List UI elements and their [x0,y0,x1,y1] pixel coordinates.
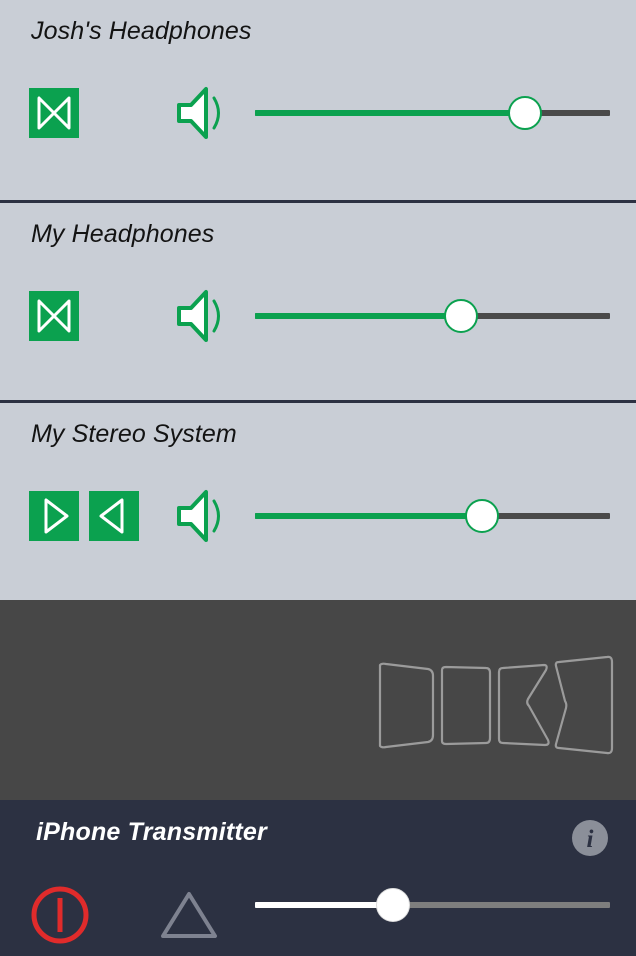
speaker-volume-icon[interactable] [171,285,233,347]
volume-slider[interactable] [255,499,610,533]
transmitter-controls [0,884,636,954]
speaker-volume-icon[interactable] [171,485,233,547]
device-row: My Stereo System [0,400,636,600]
artwork-panel [0,600,636,800]
device-row: Josh's Headphones [0,0,636,200]
triangle-outline-icon[interactable] [158,888,220,942]
device-list: Josh's Headphones My Headphones My Stere… [0,0,636,600]
slider-thumb[interactable] [465,499,500,533]
transmitter-volume-slider[interactable] [255,888,610,922]
device-name: Josh's Headphones [31,17,252,45]
panels-outline-artwork [376,655,616,755]
device-controls [0,87,636,158]
volume-slider[interactable] [255,96,610,130]
device-controls [0,290,636,361]
slider-thumb[interactable] [507,96,542,130]
info-icon[interactable]: i [570,818,610,858]
triangle-left-channel-icon[interactable] [89,491,139,541]
transmitter-panel: iPhone Transmitter i [0,800,636,956]
power-icon[interactable] [29,884,91,946]
svg-text:i: i [587,826,594,853]
slider-fill [255,902,394,908]
bowtie-both-channels-icon[interactable] [29,291,79,341]
device-controls [0,490,636,561]
speaker-volume-icon[interactable] [171,82,233,144]
slider-thumb[interactable] [443,299,478,333]
slider-fill [255,313,461,319]
device-name: My Stereo System [31,420,237,448]
device-name: My Headphones [31,220,215,248]
airfoil-speakers-app: Josh's Headphones My Headphones My Stere… [0,0,636,956]
triangle-right-channel-icon[interactable] [29,491,79,541]
device-row: My Headphones [0,200,636,400]
volume-slider[interactable] [255,299,610,333]
slider-fill [255,110,525,116]
transmitter-title: iPhone Transmitter [36,818,267,846]
slider-thumb[interactable] [376,888,411,922]
bowtie-both-channels-icon[interactable] [29,88,79,138]
slider-fill [255,513,483,519]
